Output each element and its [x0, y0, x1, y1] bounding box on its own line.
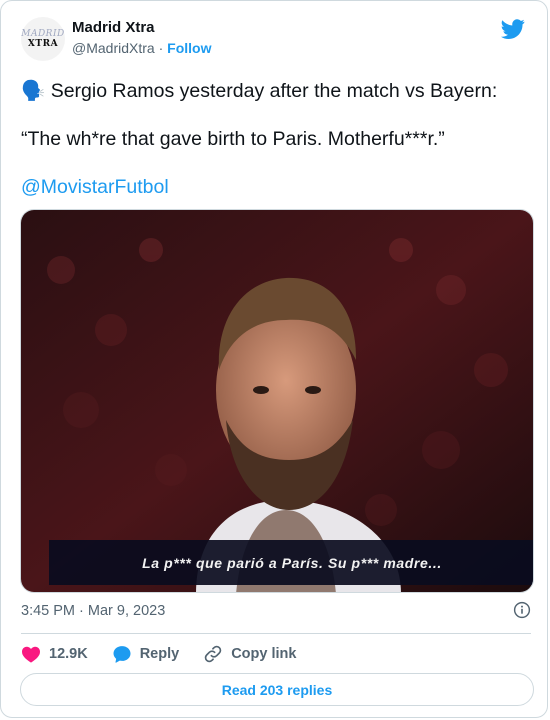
- author-name[interactable]: Madrid Xtra: [72, 19, 211, 36]
- avatar-logo-bottom: XTRA: [27, 39, 59, 49]
- tweet-time[interactable]: 3:45 PM: [21, 603, 75, 619]
- video-frame-image: [21, 210, 533, 592]
- copy-link-button[interactable]: Copy link: [203, 644, 296, 664]
- info-icon[interactable]: [513, 601, 531, 619]
- tweet-media[interactable]: La p*** que parió a París. Su p*** madre…: [20, 209, 534, 593]
- tweet-date[interactable]: Mar 9, 2023: [88, 603, 165, 619]
- avatar[interactable]: MADRID XTRA: [21, 17, 65, 61]
- like-count: 12.9K: [49, 646, 88, 662]
- speaking-head-emoji: 🗣️: [21, 80, 46, 102]
- reply-bubble-icon: [113, 646, 131, 663]
- author-handle[interactable]: @MadridXtra: [72, 40, 155, 56]
- video-subtitle-text: La p*** que parió a París. Su p*** madre…: [142, 554, 442, 571]
- avatar-logo-top: MADRID: [21, 29, 65, 39]
- heart-icon: [22, 646, 40, 663]
- twitter-bird-icon[interactable]: [501, 17, 525, 41]
- mention-link[interactable]: @MovistarFutbol: [21, 175, 169, 199]
- like-button[interactable]: 12.9K: [21, 645, 88, 663]
- handle-line: @MadridXtra · Follow: [72, 40, 211, 56]
- handle-separator: ·: [158, 40, 164, 56]
- tweet-quote: “The wh*re that gave birth to Paris. Mot…: [21, 128, 445, 150]
- tweet-card: MADRID XTRA Madrid Xtra @MadridXtra · Fo…: [0, 0, 548, 718]
- tweet-line-1-text: Sergio Ramos yesterday after the match v…: [50, 80, 498, 102]
- author-block: Madrid Xtra @MadridXtra · Follow: [72, 19, 211, 56]
- action-bar: 12.9K Reply Copy link: [21, 643, 320, 665]
- follow-button[interactable]: Follow: [167, 40, 211, 56]
- link-icon: [204, 645, 222, 663]
- copy-link-label: Copy link: [231, 646, 297, 662]
- reply-label: Reply: [139, 646, 180, 662]
- video-subtitle: La p*** que parió a París. Su p*** madre…: [49, 540, 533, 585]
- tweet-meta: 3:45 PM · Mar 9, 2023: [21, 601, 531, 623]
- reply-button[interactable]: Reply: [112, 644, 180, 664]
- read-replies-button[interactable]: Read 203 replies: [20, 673, 534, 706]
- tweet-header: MADRID XTRA Madrid Xtra @MadridXtra · Fo…: [21, 15, 531, 65]
- divider: [21, 633, 531, 634]
- meta-separator: ·: [79, 603, 84, 619]
- tweet-line-1: 🗣️ Sergio Ramos yesterday after the matc…: [21, 79, 497, 103]
